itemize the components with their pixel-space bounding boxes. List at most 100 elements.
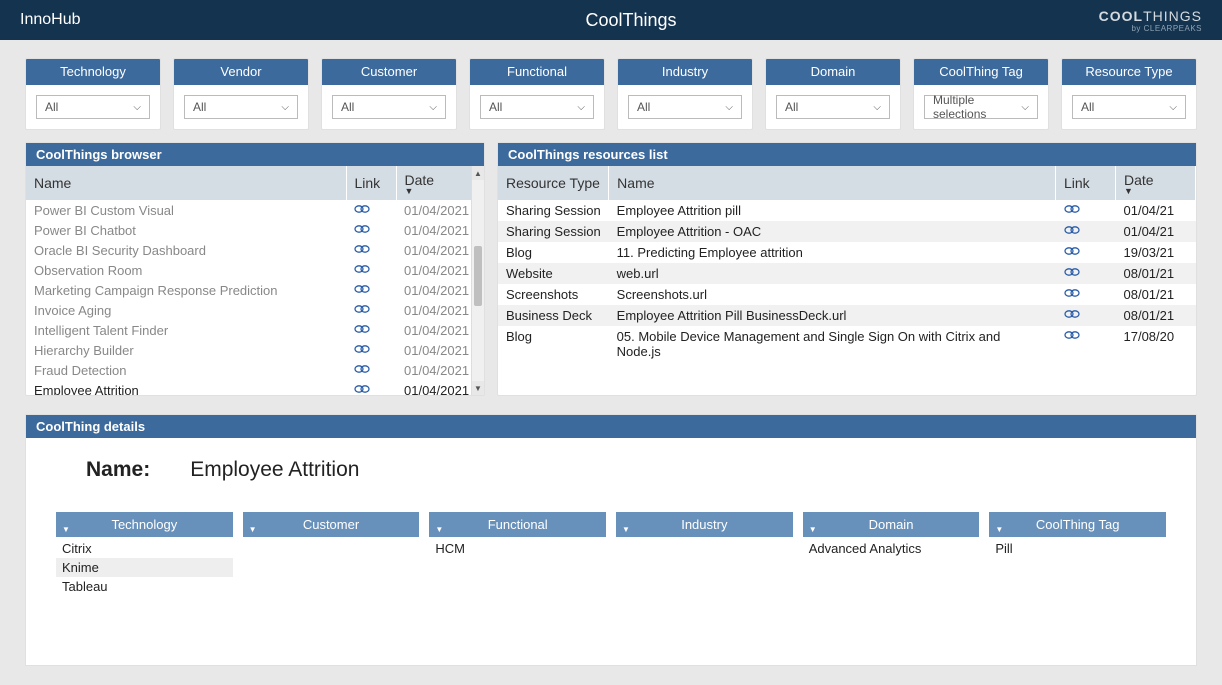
chevron-down-icon: ⌵	[133, 102, 141, 113]
cell-link[interactable]	[1056, 305, 1116, 326]
col-resource-name[interactable]: Name	[609, 166, 1056, 200]
scroll-down-icon[interactable]: ▼	[472, 381, 484, 395]
filter-value: All	[341, 100, 354, 114]
table-row[interactable]: Sharing SessionEmployee Attrition pill01…	[498, 200, 1196, 221]
link-icon[interactable]	[1064, 308, 1080, 323]
table-row[interactable]: Invoice Aging01/04/2021	[26, 300, 484, 320]
tag-header[interactable]: Technology▼	[56, 512, 233, 537]
tag-header[interactable]: Functional▼	[429, 512, 606, 537]
table-row[interactable]: Power BI Chatbot01/04/2021	[26, 220, 484, 240]
cell-link[interactable]	[346, 300, 396, 320]
filter-value: All	[45, 100, 58, 114]
tag-header[interactable]: Industry▼	[616, 512, 793, 537]
cell-link[interactable]	[346, 280, 396, 300]
cell-link[interactable]	[346, 320, 396, 340]
cell-link[interactable]	[346, 240, 396, 260]
detail-name-label: Name:	[86, 458, 150, 482]
link-icon[interactable]	[1064, 266, 1080, 281]
browser-table[interactable]: Name Link Date ▼ Power BI Custom Visual0…	[26, 166, 484, 395]
tag-item[interactable]: Pill	[989, 539, 1166, 558]
link-icon[interactable]	[1064, 203, 1080, 218]
filter-label: Industry	[618, 59, 752, 85]
col-resource-link[interactable]: Link	[1056, 166, 1116, 200]
link-icon[interactable]	[354, 383, 370, 396]
resources-panel: CoolThings resources list Resource Type …	[497, 142, 1197, 396]
table-row[interactable]: Fraud Detection01/04/2021	[26, 360, 484, 380]
table-row[interactable]: Blog05. Mobile Device Management and Sin…	[498, 326, 1196, 362]
cell-link[interactable]	[346, 200, 396, 220]
link-icon[interactable]	[354, 363, 370, 378]
table-row[interactable]: ScreenshotsScreenshots.url08/01/21	[498, 284, 1196, 305]
link-icon[interactable]	[1064, 224, 1080, 239]
table-row[interactable]: Websiteweb.url08/01/21	[498, 263, 1196, 284]
table-row[interactable]: Business DeckEmployee Attrition Pill Bus…	[498, 305, 1196, 326]
filter-dropdown[interactable]: All⌵	[628, 95, 742, 119]
table-row[interactable]: Intelligent Talent Finder01/04/2021	[26, 320, 484, 340]
tag-header[interactable]: CoolThing Tag▼	[989, 512, 1166, 537]
link-icon[interactable]	[1064, 245, 1080, 260]
filter-coolthing-tag: CoolThing TagMultiple selections⌵	[913, 58, 1049, 130]
link-icon[interactable]	[354, 303, 370, 318]
cell-link[interactable]	[1056, 326, 1116, 362]
link-icon[interactable]	[354, 323, 370, 338]
cell-name: web.url	[609, 263, 1056, 284]
browser-title: CoolThings browser	[26, 143, 484, 166]
browser-scrollbar[interactable]: ▲ ▼	[471, 166, 484, 395]
filter-dropdown[interactable]: All ⌵	[36, 95, 150, 119]
cell-link[interactable]	[346, 340, 396, 360]
link-icon[interactable]	[354, 263, 370, 278]
tag-item[interactable]: Knime	[56, 558, 233, 577]
table-row[interactable]: Employee Attrition01/04/2021	[26, 380, 484, 395]
cell-type: Sharing Session	[498, 221, 609, 242]
link-icon[interactable]	[354, 243, 370, 258]
resources-title: CoolThings resources list	[498, 143, 1196, 166]
tag-header[interactable]: Customer▼	[243, 512, 420, 537]
cell-link[interactable]	[346, 220, 396, 240]
table-row[interactable]: Blog11. Predicting Employee attrition19/…	[498, 242, 1196, 263]
cell-link[interactable]	[1056, 242, 1116, 263]
cell-link[interactable]	[346, 360, 396, 380]
table-row[interactable]: Power BI Custom Visual01/04/2021	[26, 200, 484, 220]
scroll-up-icon[interactable]: ▲	[472, 166, 484, 180]
cell-link[interactable]	[346, 380, 396, 395]
link-icon[interactable]	[354, 203, 370, 218]
table-row[interactable]: Marketing Campaign Response Prediction01…	[26, 280, 484, 300]
cell-name: Employee Attrition Pill BusinessDeck.url	[609, 305, 1056, 326]
link-icon[interactable]	[1064, 329, 1080, 344]
filter-dropdown[interactable]: All⌵	[184, 95, 298, 119]
col-name[interactable]: Name	[26, 166, 346, 200]
tag-item[interactable]: HCM	[429, 539, 606, 558]
table-row[interactable]: Sharing SessionEmployee Attrition - OAC0…	[498, 221, 1196, 242]
link-icon[interactable]	[1064, 287, 1080, 302]
cell-link[interactable]	[1056, 221, 1116, 242]
filter-dropdown[interactable]: All⌵	[332, 95, 446, 119]
filter-label: Customer	[322, 59, 456, 85]
cell-link[interactable]	[1056, 263, 1116, 284]
cell-link[interactable]	[346, 260, 396, 280]
tag-item[interactable]: Citrix	[56, 539, 233, 558]
link-icon[interactable]	[354, 343, 370, 358]
table-row[interactable]: Observation Room01/04/2021	[26, 260, 484, 280]
cell-link[interactable]	[1056, 200, 1116, 221]
details-title: CoolThing details	[26, 415, 1196, 438]
tag-item[interactable]: Tableau	[56, 577, 233, 596]
detail-group-coolthing-tag: CoolThing Tag▼ Pill	[989, 512, 1166, 596]
table-row[interactable]: Hierarchy Builder01/04/2021	[26, 340, 484, 360]
link-icon[interactable]	[354, 283, 370, 298]
table-row[interactable]: Oracle BI Security Dashboard01/04/2021	[26, 240, 484, 260]
tag-header[interactable]: Domain▼	[803, 512, 980, 537]
link-icon[interactable]	[354, 223, 370, 238]
cell-name: Power BI Chatbot	[26, 220, 346, 240]
tag-item[interactable]: Advanced Analytics	[803, 539, 980, 558]
filter-dropdown[interactable]: Multiple selections⌵	[924, 95, 1038, 119]
col-resource-date[interactable]: Date ▼	[1116, 166, 1196, 200]
col-resource-type[interactable]: Resource Type	[498, 166, 609, 200]
cell-link[interactable]	[1056, 284, 1116, 305]
col-link[interactable]: Link	[346, 166, 396, 200]
resources-table[interactable]: Resource Type Name Link Date ▼ Sharing S…	[498, 166, 1196, 362]
filter-dropdown[interactable]: All⌵	[1072, 95, 1186, 119]
filter-dropdown[interactable]: All⌵	[776, 95, 890, 119]
scroll-thumb[interactable]	[474, 246, 482, 306]
filter-dropdown[interactable]: All⌵	[480, 95, 594, 119]
detail-group-domain: Domain▼ Advanced Analytics	[803, 512, 980, 596]
